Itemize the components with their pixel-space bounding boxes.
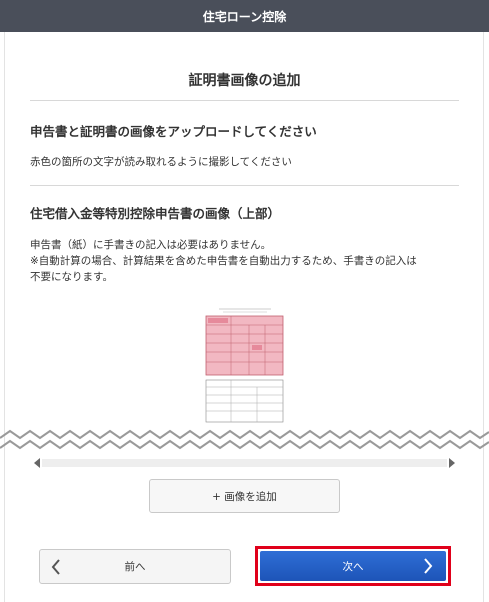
add-image-label: + 画像を追加 xyxy=(212,490,277,503)
horizontal-scrollbar[interactable] xyxy=(30,457,459,469)
upload-heading: 申告書と証明書の画像をアップロードしてください xyxy=(30,124,317,139)
divider xyxy=(30,185,459,186)
section-title: 証明書画像の追加 xyxy=(188,73,301,89)
prev-label: 前へ xyxy=(124,561,146,573)
divider xyxy=(30,100,459,101)
cut-off-indicator xyxy=(0,429,489,450)
chevron-left-icon xyxy=(51,559,60,575)
tax-form-sample-image xyxy=(205,307,285,423)
upload-note: 赤色の箇所の文字が読み取れるように撮影してください xyxy=(30,156,292,168)
image-block-line-3: 不要になります。 xyxy=(30,271,113,283)
header-title: 住宅ローン控除 xyxy=(202,9,287,24)
next-button-highlight: 次へ xyxy=(255,546,451,586)
image-block-line-1: 申告書（紙）に手書きの記入は必要はありません。 xyxy=(30,239,272,251)
content-border-right xyxy=(483,32,484,602)
next-label: 次へ xyxy=(342,560,364,573)
scroll-left-arrow-icon[interactable] xyxy=(34,458,40,468)
content-border-left xyxy=(4,32,5,602)
image-block-line-2: ※自動計算の場合、計算結果を含めた申告書を自動出力するため、手書きの記入は xyxy=(30,255,417,267)
chevron-right-icon xyxy=(424,558,433,574)
scroll-track[interactable] xyxy=(42,459,447,467)
image-block-heading: 住宅借入金等特別控除申告書の画像（上部） xyxy=(30,206,281,221)
scroll-right-arrow-icon[interactable] xyxy=(449,458,455,468)
prev-button[interactable]: 前へ xyxy=(39,549,231,584)
add-image-button[interactable]: + 画像を追加 xyxy=(149,479,340,513)
app-header: 住宅ローン控除 xyxy=(0,0,489,32)
next-button[interactable]: 次へ xyxy=(260,551,446,581)
